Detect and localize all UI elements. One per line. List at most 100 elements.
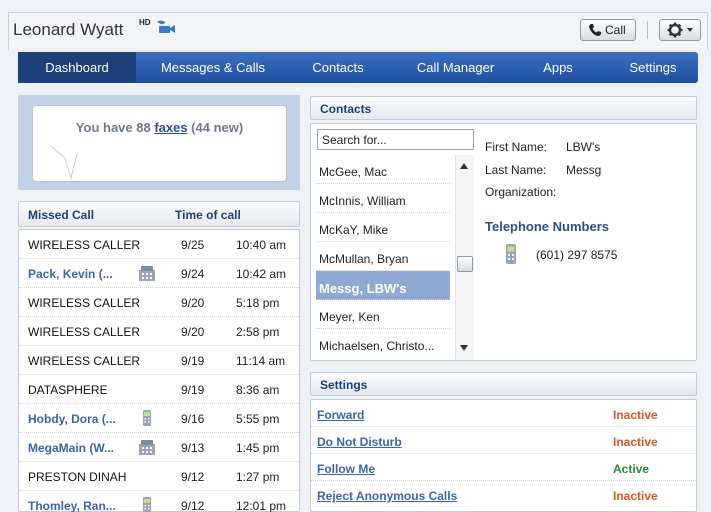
contact-name: Meyer, Ken [319,310,380,324]
call-date: 9/20 [181,325,205,339]
missed-call-row[interactable]: Pack, Kevin (... 9/24 10:42 am [19,259,301,288]
missed-call-column-header: Missed Call [28,208,95,222]
caller-name: PRESTON DINAH [28,470,127,484]
office-phone-icon [139,266,155,281]
do-not-disturb-link[interactable]: Do Not Disturb [317,435,402,449]
fax-message: You have 88 faxes (44 new) [33,120,286,135]
call-date: 9/25 [181,238,205,252]
follow-me-link[interactable]: Follow Me [317,462,375,476]
caller-name: DATASPHERE [28,383,108,397]
tab-messages-calls[interactable]: Messages & Calls [148,52,278,83]
contact-list-item[interactable]: Meyer, Ken [316,300,450,329]
call-time: 1:27 pm [236,470,280,484]
caller-name: WIRELESS CALLER [28,325,141,339]
call-time: 8:36 am [236,383,280,397]
first-name-label: First Name: [485,140,548,154]
office-phone-icon [139,440,155,455]
call-time: 10:42 am [236,267,287,281]
phone-icon [589,24,601,36]
call-date: 9/24 [181,267,205,281]
contact-search-input[interactable] [317,129,474,150]
call-time: 10:40 am [236,238,287,252]
missed-call-row[interactable]: WIRELESS CALLER 9/20 2:58 pm [19,317,301,346]
missed-call-row[interactable]: DATASPHERE 9/19 8:36 am [19,375,301,404]
contact-list-item[interactable]: McKaY, Mike [316,213,450,242]
missed-call-row[interactable]: Thomley, Ran... 9/12 12:01 pm [19,491,301,512]
missed-call-row[interactable]: WIRELESS CALLER 9/20 5:18 pm [19,288,301,317]
first-name-value: LBW's [566,140,601,154]
contact-name: McInnis, William [319,194,406,208]
settings-header: Settings [310,372,697,396]
caller-name: WIRELESS CALLER [28,238,141,252]
tab-contacts[interactable]: Contacts [298,52,378,83]
contact-list-item[interactable]: McInnis, William [316,184,450,213]
tab-dashboard[interactable]: Dashboard [18,52,136,83]
last-name-value: Messg [566,163,602,177]
caller-name-link[interactable]: Hobdy, Dora (... [28,412,116,426]
caller-name-link[interactable]: MegaMain (W... [28,441,114,455]
missed-call-row[interactable]: WIRELESS CALLER 9/25 10:40 am [19,230,301,259]
missed-call-row[interactable]: WIRELESS CALLER 9/19 11:14 am [19,346,301,375]
contact-name: Michaelsen, Christo... [319,339,435,353]
fax-notification: You have 88 faxes (44 new) [18,95,300,190]
telephone-number[interactable]: (601) 297 8575 [536,248,617,262]
fax-suffix: (44 new) [187,120,244,135]
caller-name: WIRELESS CALLER [28,296,141,310]
tab-call-manager[interactable]: Call Manager [403,52,508,83]
contact-list-item[interactable]: Michaelsen, Christo... [316,329,450,358]
missed-call-row[interactable]: MegaMain (W... 9/13 1:45 pm [19,433,301,462]
caller-name: WIRELESS CALLER [28,354,141,368]
setting-row-do-not-disturb: Do Not Disturb Inactive [311,427,696,454]
scroll-down-arrow-icon[interactable] [460,345,468,351]
contact-name: McGee, Mac [319,165,388,179]
status-badge: Inactive [613,489,658,503]
tab-settings[interactable]: Settings [613,52,693,83]
call-time: 5:18 pm [236,296,280,310]
call-date: 9/12 [181,470,205,484]
status-badge: Inactive [613,435,658,449]
setting-row-forward: Forward Inactive [311,400,696,427]
call-date: 9/16 [181,412,205,426]
caller-name-link[interactable]: Pack, Kevin (... [28,267,113,281]
tab-apps[interactable]: Apps [528,52,588,83]
speech-bubble-tail-icon [51,145,78,180]
contact-list-item[interactable]: McMullan, Bryan [316,242,450,271]
contact-list-scrollbar[interactable] [455,155,474,360]
missed-call-row[interactable]: PRESTON DINAH 9/12 1:27 pm [19,462,301,491]
mobile-phone-icon [143,410,151,426]
missed-calls-header: Missed Call Time of call [18,201,300,227]
header-divider [647,21,648,39]
setting-row-reject-anonymous: Reject Anonymous Calls Inactive [311,481,696,508]
gear-icon [667,22,693,38]
contact-name: McKaY, Mike [319,223,389,237]
call-button-label: Call [605,23,626,37]
mobile-phone-icon [143,497,151,512]
call-time: 12:01 pm [236,499,287,512]
call-time: 5:55 pm [236,412,280,426]
scrollbar-thumb[interactable] [457,256,473,272]
left-panel: You have 88 faxes (44 new) Missed Call T… [18,95,301,512]
call-time: 2:58 pm [236,325,280,339]
forward-link[interactable]: Forward [317,408,364,422]
caller-name-link[interactable]: Thomley, Ran... [28,499,116,512]
setting-row-follow-me: Follow Me Active [311,454,696,481]
video-camera-icon[interactable] [155,19,177,35]
contacts-header: Contacts [310,96,697,120]
missed-call-row[interactable]: Hobdy, Dora (... 9/16 5:55 pm [19,404,301,433]
scroll-up-arrow-icon[interactable] [460,163,468,169]
hd-badge: HD [139,18,151,27]
call-date: 9/19 [181,383,205,397]
call-button[interactable]: Call [580,19,636,41]
contact-name: Messg, LBW's [319,281,407,296]
time-of-call-column-header: Time of call [175,208,241,222]
contact-list-item-selected[interactable]: Messg, LBW's [316,271,450,300]
call-time: 1:45 pm [236,441,280,455]
faxes-link[interactable]: faxes [154,120,187,135]
reject-anonymous-calls-link[interactable]: Reject Anonymous Calls [317,489,457,503]
fax-prefix: You have 88 [75,120,155,135]
last-name-label: Last Name: [485,163,547,177]
organization-label: Organization: [485,185,557,199]
contact-list-item[interactable]: McGee, Mac [316,155,450,184]
settings-menu-button[interactable] [659,19,701,41]
status-badge: Inactive [613,408,658,422]
